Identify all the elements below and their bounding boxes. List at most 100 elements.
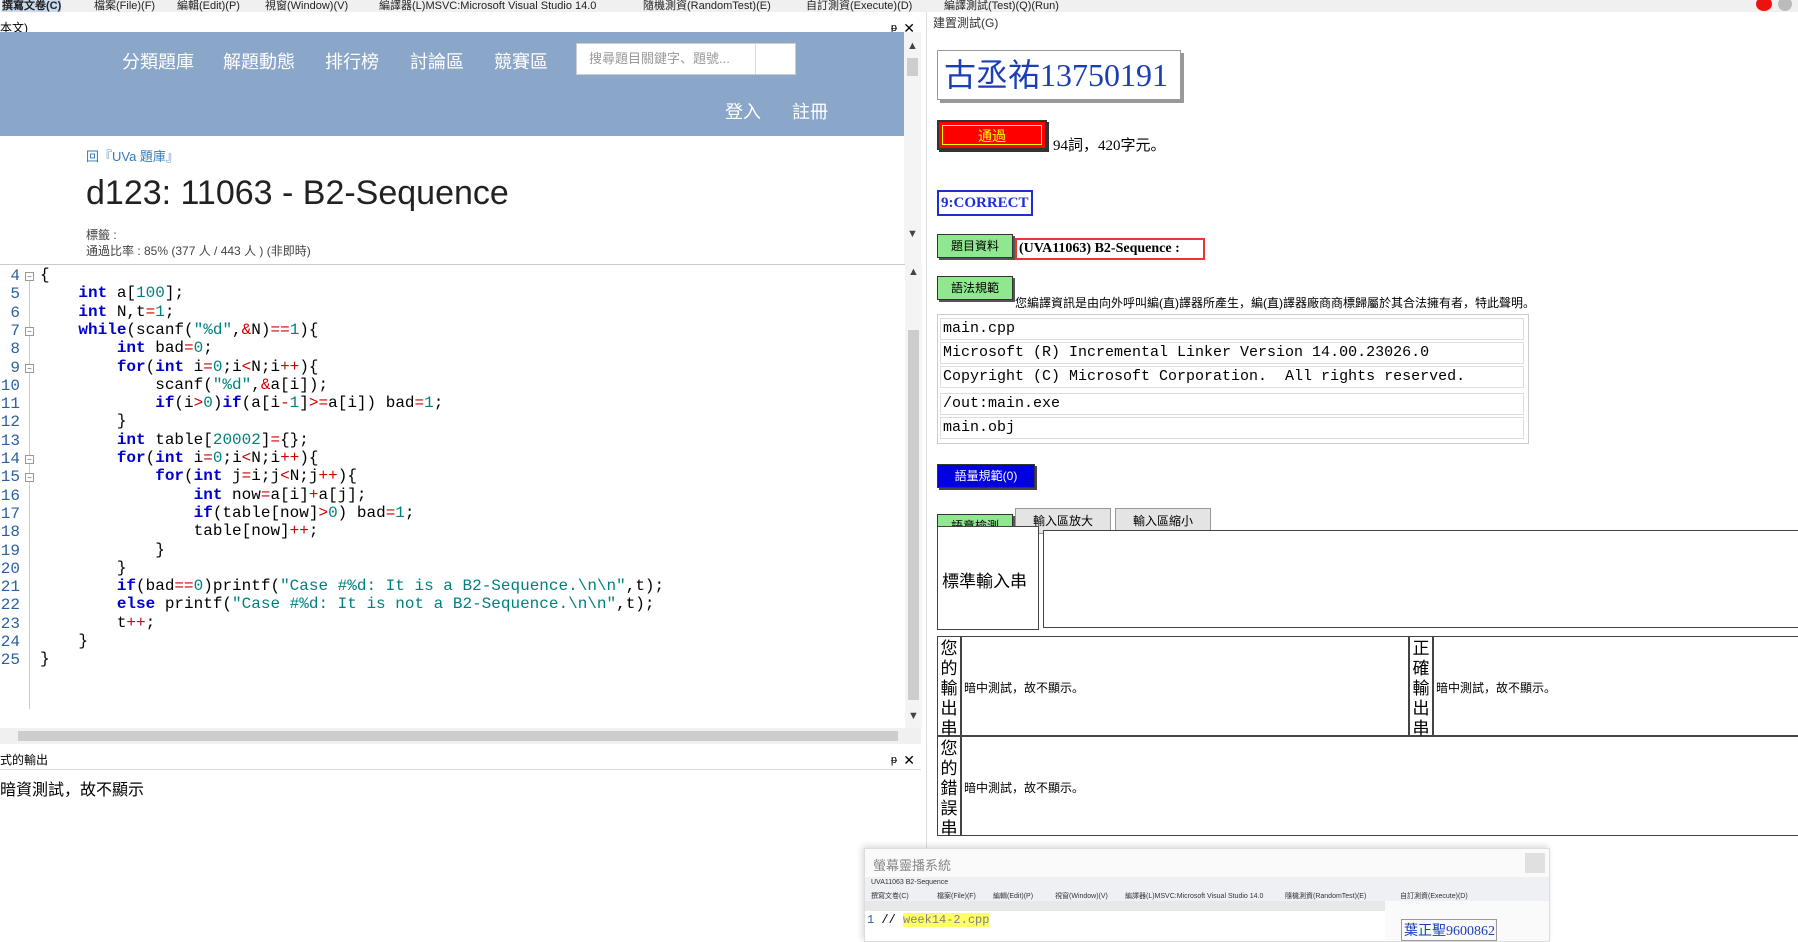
register-link[interactable]: 註冊	[792, 98, 828, 124]
scroll-down-icon[interactable]: ▼	[907, 228, 918, 240]
line-number: 8	[10, 340, 20, 359]
line-number: 14	[0, 450, 20, 468]
site-navbar: 分類題庫 解題動態 排行榜 討論區 競賽區 搜尋題目關鍵字、題號... 登入 註…	[0, 32, 904, 136]
search-placeholder: 搜尋題目關鍵字、題號...	[589, 51, 730, 66]
embedded-webpage: 分類題庫 解題動態 排行榜 討論區 競賽區 搜尋題目關鍵字、題號... 登入 註…	[0, 32, 904, 264]
compile-line: /out:main.exe	[940, 393, 1524, 415]
login-link[interactable]: 登入	[725, 98, 761, 124]
output-text: 暗資測試，故不顯示	[0, 782, 145, 799]
line-number: 15	[0, 468, 20, 487]
fold-toggle-icon[interactable]: −	[25, 272, 34, 281]
line-number: 10	[0, 376, 20, 395]
line-number: 23	[0, 614, 20, 633]
search-input[interactable]: 搜尋題目關鍵字、題號...	[576, 43, 796, 75]
mini-window-caption: UVA11063 B2-Sequence	[871, 879, 949, 886]
semantic-button[interactable]: 語量規範(0)	[937, 464, 1035, 488]
line-number: 24	[0, 633, 20, 651]
fold-toggle-icon[interactable]: −	[25, 455, 34, 464]
line-number: 20	[0, 559, 20, 578]
mini-file-comment: week14-2.cpp	[903, 913, 990, 927]
menu-bar: 撰寫文卷(C) 檔案(File)(F) 編輯(Edit)(P) 視窗(Windo…	[0, 0, 1798, 12]
fold-toggle-icon[interactable]: −	[25, 473, 34, 483]
editor-scroll-thumb[interactable]	[908, 330, 919, 700]
window-control-icon[interactable]	[1525, 853, 1545, 873]
compile-line: main.obj	[940, 417, 1524, 439]
line-gutter: 4 5 6 7 8 9 10 11 12 13 14 15 16 17 18 19 20 21 22 23 24 25	[0, 265, 24, 728]
mini-menu-bar: UVA11063 B2-Sequence 撰寫文卷(C) 檔案(File)(F)…	[865, 877, 1549, 901]
problem-info: (UVA11063) B2-Sequence :	[1015, 238, 1205, 260]
compile-output: main.cpp Microsoft (R) Incremental Linke…	[937, 314, 1529, 444]
your-output-cell: 暗中測試，故不顯示。	[961, 636, 1409, 736]
line-number: 11	[0, 395, 20, 414]
record-icon[interactable]	[1756, 0, 1772, 11]
nav-forum[interactable]: 討論區	[410, 48, 464, 74]
output-panel-title: 式的輸出	[0, 753, 49, 767]
syntax-note: 您編譯資訊是由向外呼叫編(直)譯器所產生，編(直)譯器廠商商標歸屬於其合法擁有者…	[1015, 296, 1535, 310]
editor-hscrollbar[interactable]	[0, 728, 921, 744]
code-editor[interactable]: 4 5 6 7 8 9 10 11 12 13 14 15 16 17 18 19 20 21 22 23 24 25 {…	[0, 264, 905, 728]
menu-compiler[interactable]: 編譯器(L)MSVC:Microsoft Visual Studio 14.0	[379, 0, 596, 12]
status-icon	[1778, 0, 1792, 11]
nav-categories[interactable]: 分類題庫	[122, 48, 194, 74]
pass-status-button[interactable]: 通過	[937, 120, 1047, 150]
line-number: 7	[10, 321, 20, 340]
scroll-up-icon[interactable]: ▲	[908, 266, 919, 278]
menu-execute[interactable]: 自訂測資(Execute)(D)	[806, 0, 912, 12]
nav-ranking[interactable]: 排行榜	[325, 48, 379, 74]
back-link[interactable]: 回『UVa 題庫』	[86, 146, 179, 165]
line-number: 6	[10, 303, 20, 322]
fold-toggle-icon[interactable]: −	[25, 326, 34, 336]
compile-line: Microsoft (R) Incremental Linker Version…	[940, 342, 1524, 364]
line-number: 16	[0, 486, 20, 505]
nav-contest[interactable]: 競賽區	[494, 48, 548, 74]
editor-hscroll-thumb[interactable]	[18, 731, 898, 741]
nav-activity[interactable]: 解題動態	[223, 48, 295, 74]
right-panel: 建置測試(G) 古丞祐13750191 通過 94詞，420字元。 9:CORR…	[926, 12, 1798, 942]
your-output-label-cell: 您的輸出串	[937, 636, 961, 738]
mini-menu-text: 自訂測資(Execute)(D)	[1400, 893, 1468, 900]
scroll-down-icon[interactable]: ▼	[908, 710, 919, 722]
screen-share-window[interactable]: 螢幕靈播系統 UVA11063 B2-Sequence 撰寫文卷(C) 檔案(F…	[864, 848, 1550, 942]
correct-badge: 9:CORRECT	[937, 190, 1033, 216]
editor-scrollbar[interactable]: ▲ ▼	[905, 264, 922, 728]
close-icon[interactable]: ✕	[903, 750, 915, 770]
web-scrollbar[interactable]: ▲ ▼	[904, 32, 921, 264]
mini-menu-text: 編輯(Edit)(P)	[993, 893, 1034, 900]
line-number: 19	[0, 541, 20, 560]
scroll-up-icon[interactable]: ▲	[907, 40, 918, 52]
pin-icon[interactable]: ᵽ	[891, 750, 897, 770]
std-input-field[interactable]	[1043, 530, 1798, 628]
menu-edit[interactable]: 編輯(Edit)(P)	[177, 0, 240, 12]
mini-menu-text: 視窗(Window)(V)	[1055, 893, 1108, 900]
code-line[interactable]: }	[40, 649, 50, 670]
correct-output-label: 正確輸出串	[1412, 639, 1430, 738]
line-number: 25	[0, 651, 20, 670]
output-panel-header: 式的輸出 ᵽ ✕	[0, 750, 921, 770]
line-number: 4	[10, 267, 20, 285]
problem-info-button[interactable]: 題目資料	[937, 234, 1013, 258]
line-number: 18	[0, 523, 20, 542]
pass-label: 通過	[942, 125, 1042, 145]
correct-output-cell: 暗中測試，故不顯示。	[1433, 636, 1798, 736]
syntax-button[interactable]: 語法規範	[937, 276, 1013, 300]
menu-random-test[interactable]: 隨機測資(RandomTest)(E)	[643, 0, 771, 12]
fold-toggle-icon[interactable]: −	[25, 363, 34, 373]
web-scroll-thumb[interactable]	[907, 58, 918, 76]
mini-code: 1 // week14-2.cpp	[865, 911, 1385, 941]
mini-menu-text: 編譯器(L)MSVC:Microsoft Visual Studio 14.0	[1125, 893, 1264, 900]
mini-user-box: 葉正聖9600862	[1401, 919, 1497, 941]
search-button[interactable]	[755, 44, 795, 74]
menu-run[interactable]: 編譯測試(Test)(Q)(Run)	[944, 0, 1059, 12]
line-number: 13	[0, 431, 20, 450]
menu-window[interactable]: 視窗(Window)(V)	[265, 0, 348, 12]
your-error-label-cell: 您的錯誤串	[937, 736, 961, 838]
right-panel-title: 建置測試(G)	[933, 16, 999, 30]
mini-menu-text: 檔案(File)(F)	[937, 893, 976, 900]
your-error-label: 您的錯誤串	[940, 739, 958, 838]
menu-compose[interactable]: 撰寫文卷(C)	[2, 0, 62, 12]
screen-share-title: 螢幕靈播系統	[873, 858, 952, 873]
std-input-label: 標準輸入串	[942, 572, 1027, 591]
line-number: 12	[0, 413, 20, 432]
pass-rate: 通過比率 : 85% (377 人 / 443 人 ) (非即時)	[86, 244, 311, 258]
menu-file[interactable]: 檔案(File)(F)	[94, 0, 155, 12]
